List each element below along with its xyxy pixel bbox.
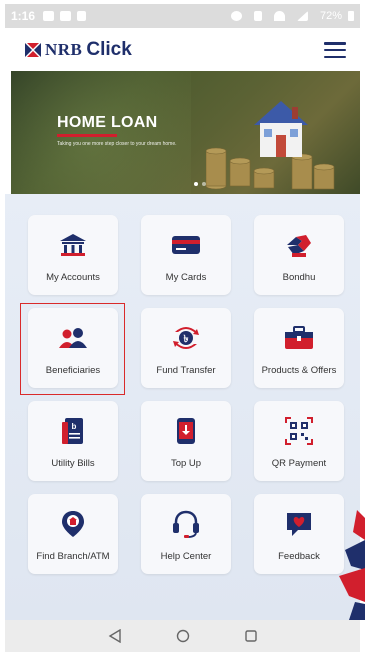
hamburger-menu-icon[interactable] [324,42,346,58]
tile-label: Utility Bills [51,458,95,469]
tile-label: Products & Offers [261,365,337,376]
alarm-icon [230,11,242,21]
status-bar: 1:16 72% [5,4,360,28]
notification-icon [43,11,55,21]
tile-label: QR Payment [271,458,327,469]
logo-bank-name: NRB [45,40,83,59]
battery-percent: 72% [319,10,342,22]
status-time: 1:16 [11,9,36,23]
android-nav-bar [5,620,360,652]
tile-my-cards[interactable]: My Cards [141,215,231,295]
selection-highlight [20,303,125,395]
briefcase-icon [285,326,313,349]
banner-title: HOME LOAN [57,114,158,131]
carousel-dot-2[interactable] [202,182,206,186]
screenshot-icon [77,11,87,21]
tile-label: My Cards [165,272,207,283]
message-icon [60,11,72,21]
tile-label: Help Center [160,551,212,562]
feedback-heart-icon [287,513,311,536]
phone-topup-icon [177,418,195,444]
decorative-shapes [339,510,365,620]
location-pin-icon [62,511,84,537]
app-logo[interactable]: NRB Click [25,39,132,61]
battery-icon [348,11,354,21]
recents-square-icon[interactable] [243,628,259,644]
tile-products-offers[interactable]: Products & Offers [254,308,344,388]
tile-find-branch-atm[interactable]: Find Branch/ATM [28,494,118,574]
tile-label: My Accounts [46,272,100,283]
carousel-dot-1[interactable] [194,182,198,186]
bill-icon: b [62,418,83,444]
tile-help-center[interactable]: Help Center [141,494,231,574]
tile-utility-bills[interactable]: b Utility Bills [28,401,118,481]
tile-top-up[interactable]: Top Up [141,401,231,481]
back-triangle-icon[interactable] [107,628,123,644]
tile-label: Find Branch/ATM [36,551,110,562]
logo-mark-icon [25,43,41,57]
svg-text:b: b [72,422,77,431]
headset-icon [173,510,199,538]
tile-label: Fund Transfer [156,365,216,376]
banner-subtitle: Taking you one more step closer to your … [57,141,177,147]
tile-my-accounts[interactable]: My Accounts [28,215,118,295]
vibrate-icon [253,11,262,21]
house-image [254,101,308,157]
logo-app-name: Click [86,39,132,60]
carousel-dots[interactable] [194,182,206,186]
tile-fund-transfer[interactable]: ৳ Fund Transfer [141,308,231,388]
tile-feedback[interactable]: Feedback [254,494,344,574]
handshake-icon [287,235,311,257]
tile-label: Top Up [170,458,202,469]
wifi-icon [273,11,285,21]
app-header: NRB Click [5,28,360,72]
svg-text:৳: ৳ [184,334,189,345]
banner-underline [57,134,117,137]
transfer-icon: ৳ [173,327,199,349]
promo-banner[interactable]: HOME LOAN Taking you one more step close… [11,71,360,194]
tile-bondhu[interactable]: Bondhu [254,215,344,295]
home-circle-icon[interactable] [175,628,191,644]
bank-building-icon [60,234,86,256]
signal-icon [296,11,308,21]
tile-label: Feedback [278,551,320,562]
qr-code-icon [285,417,313,445]
tile-label: Bondhu [282,272,316,283]
status-right: 72% [230,10,354,22]
credit-card-icon [172,236,200,254]
tile-qr-payment[interactable]: QR Payment [254,401,344,481]
